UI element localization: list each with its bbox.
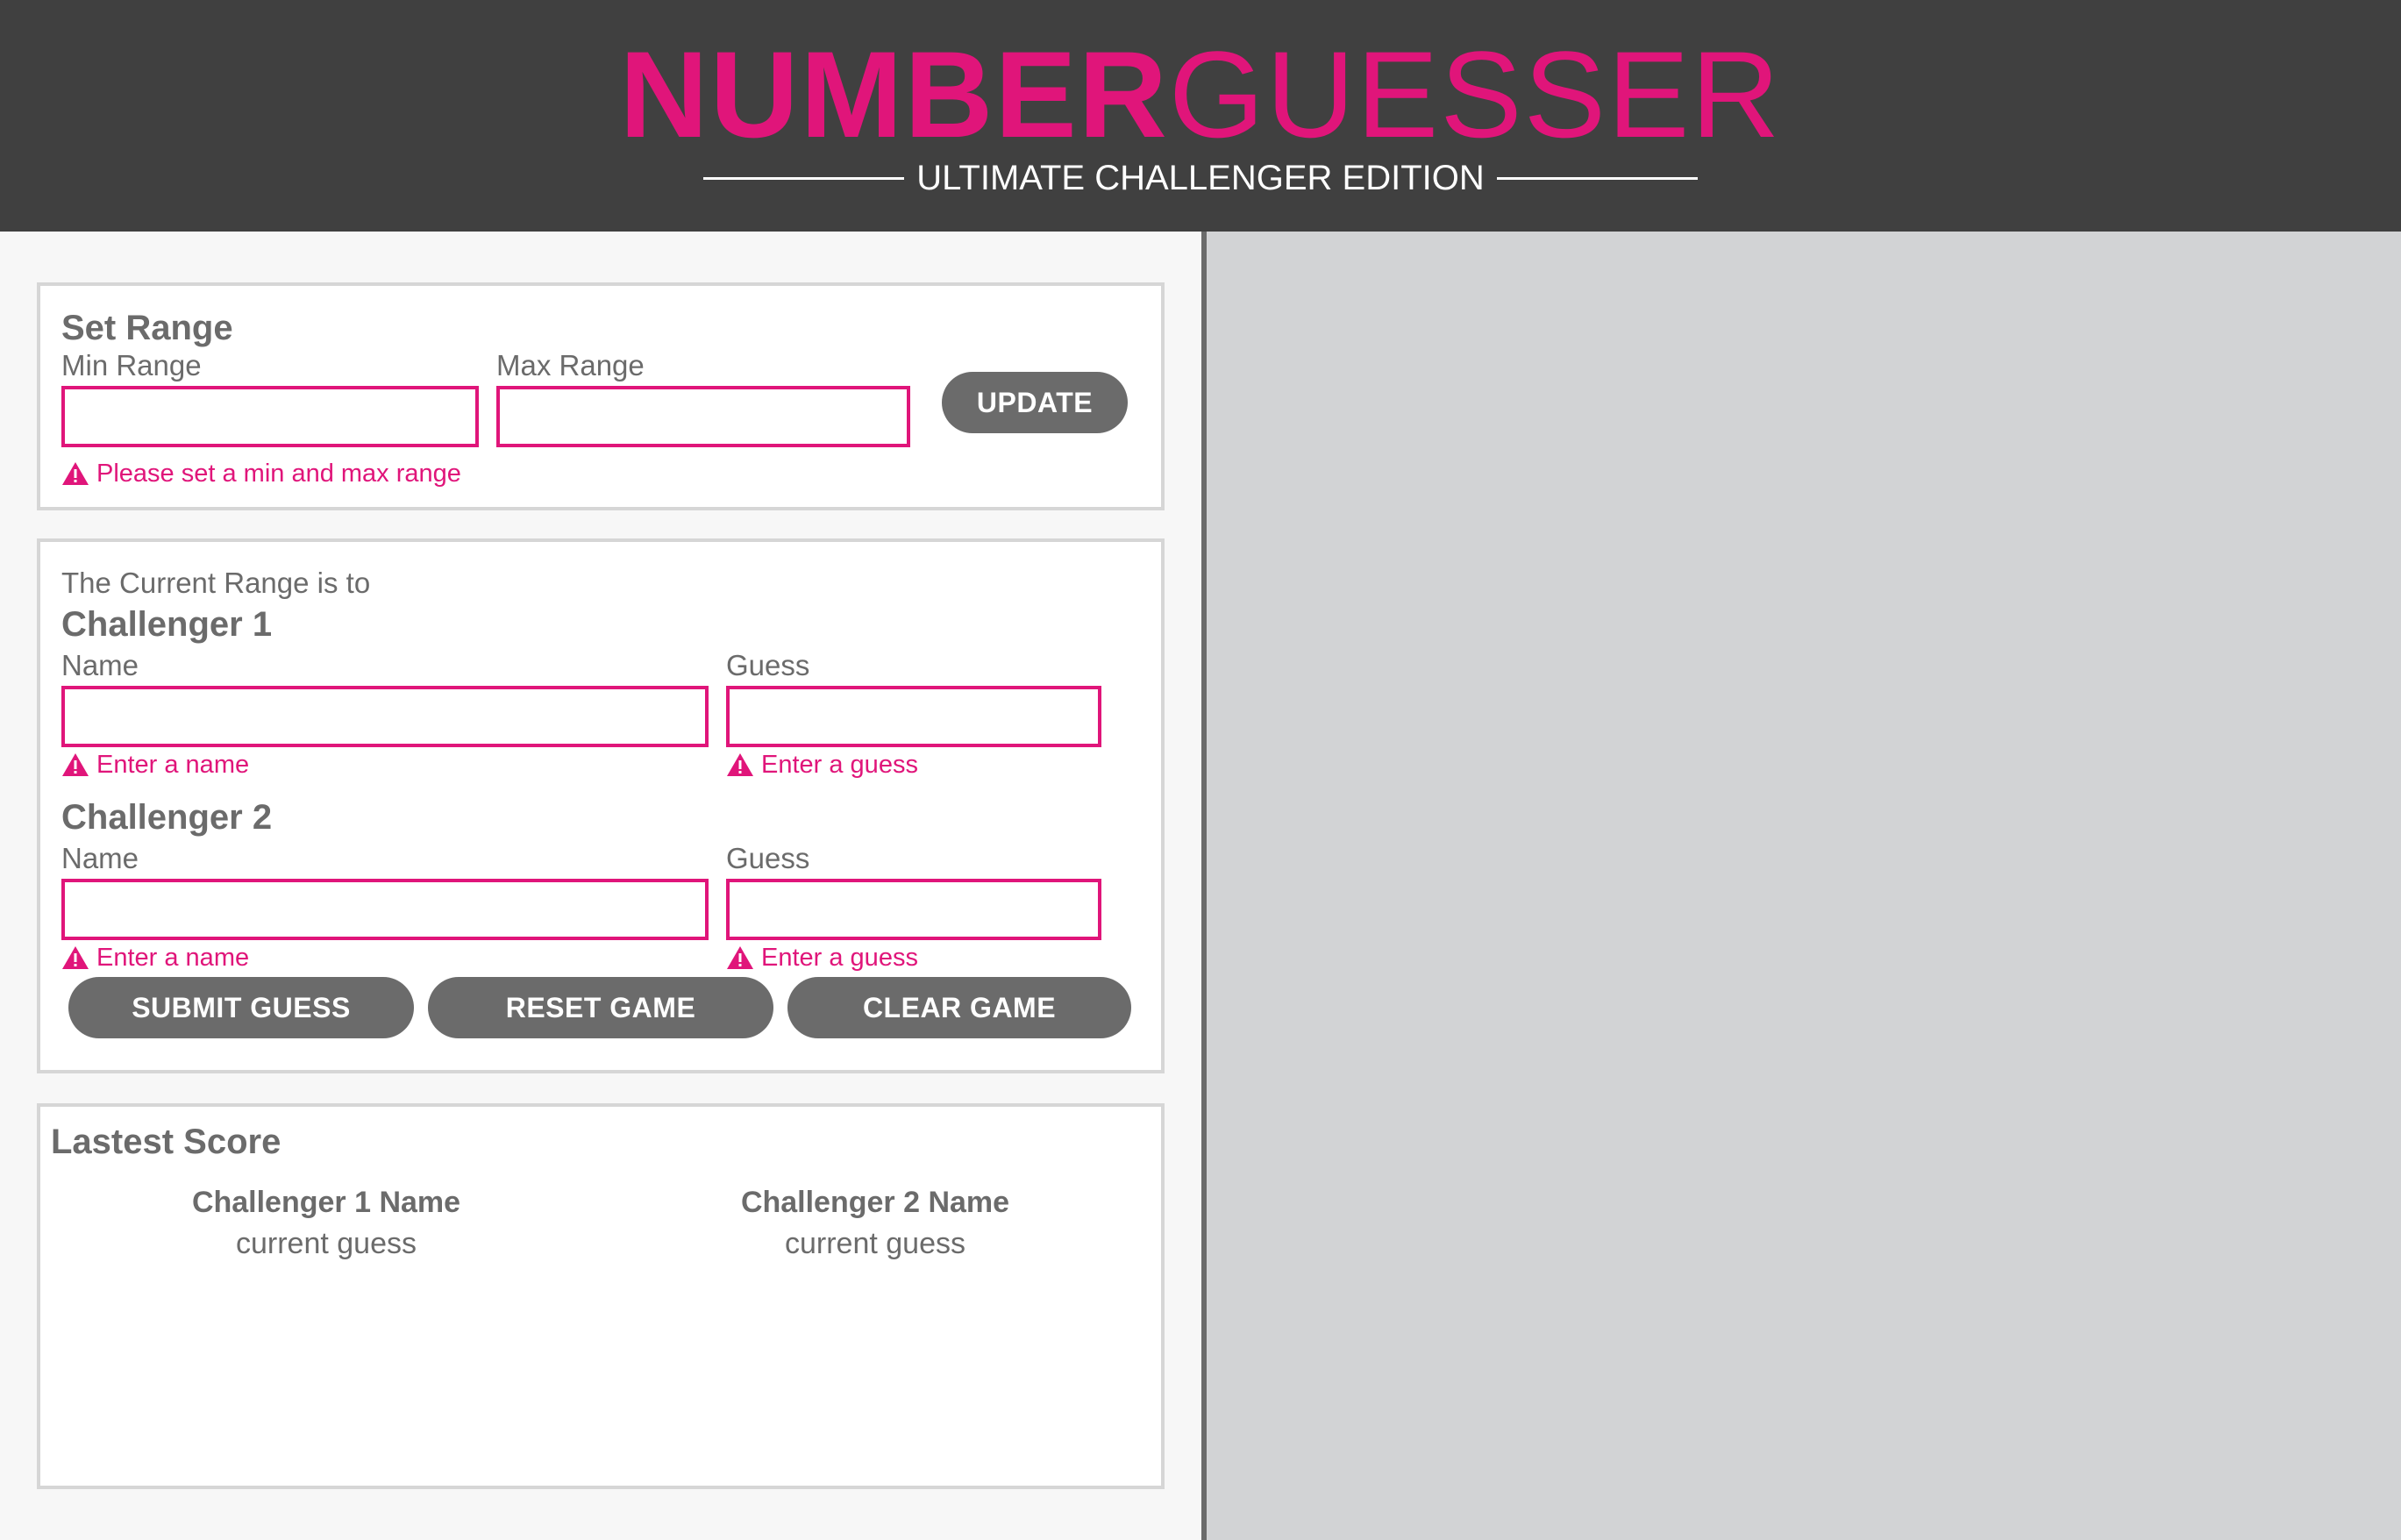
clear-game-button[interactable]: CLEAR GAME	[787, 977, 1131, 1038]
app-logo: NUMBERGUESSER	[0, 25, 2401, 165]
app-header: NUMBERGUESSER ULTIMATE CHALLENGER EDITIO…	[0, 0, 2401, 232]
right-panel	[1207, 232, 2401, 1540]
challenger2-score-name: Challenger 2 Name	[740, 1186, 1010, 1219]
challenger2-guess-label: Guess	[726, 842, 810, 874]
challenger2-name-label: Name	[61, 842, 139, 874]
challenger2-guess-error: Enter a guess	[726, 940, 918, 975]
challenger2-guess-input[interactable]	[726, 879, 1101, 940]
min-range-input[interactable]	[61, 386, 479, 447]
challenger2-name-error: Enter a name	[61, 940, 249, 975]
challenger2-score: Challenger 2 Name current guess	[700, 1186, 1051, 1261]
min-range-label: Min Range	[61, 349, 202, 381]
challenger1-score-name: Challenger 1 Name	[191, 1186, 461, 1219]
challenger2-score-guess: current guess	[785, 1227, 965, 1260]
challenger1-guess-error: Enter a guess	[726, 747, 918, 782]
challenger1-guess-label: Guess	[726, 649, 810, 681]
subtitle-line-right	[1496, 176, 1698, 180]
warning-icon	[62, 462, 89, 485]
challenger2-guess-error-text: Enter a guess	[761, 943, 918, 972]
set-range-title: Set Range	[61, 309, 233, 347]
challenger1-guess-error-text: Enter a guess	[761, 750, 918, 779]
warning-icon	[727, 753, 753, 776]
subtitle-line-left	[703, 176, 905, 180]
challenger1-name-input[interactable]	[61, 686, 709, 747]
logo-guesser: GUESSER	[1168, 25, 1782, 163]
max-range-input[interactable]	[496, 386, 910, 447]
warning-icon	[62, 946, 89, 969]
warning-icon	[727, 946, 753, 969]
challenger2-name-input[interactable]	[61, 879, 709, 940]
challenger1-guess-input[interactable]	[726, 686, 1101, 747]
reset-game-button[interactable]: RESET GAME	[428, 977, 773, 1038]
challenger1-score: Challenger 1 Name current guess	[151, 1186, 502, 1261]
challenger1-name-error-text: Enter a name	[96, 750, 250, 779]
challenger1-title: Challenger 1	[61, 605, 273, 644]
challenger1-score-guess: current guess	[236, 1227, 417, 1260]
current-range-text: The Current Range is to	[61, 567, 371, 599]
challenger2-title: Challenger 2	[61, 798, 273, 837]
max-range-label: Max Range	[496, 349, 645, 381]
challenger1-name-label: Name	[61, 649, 139, 681]
challenger1-name-error: Enter a name	[61, 747, 249, 782]
update-button[interactable]: UPDATE	[942, 372, 1128, 433]
subtitle-row: ULTIMATE CHALLENGER EDITION	[703, 156, 1698, 200]
app-subtitle: ULTIMATE CHALLENGER EDITION	[916, 158, 1485, 197]
range-error-text: Please set a min and max range	[96, 459, 461, 488]
submit-guess-button[interactable]: SUBMIT GUESS	[68, 977, 414, 1038]
latest-score-title: Lastest Score	[51, 1123, 281, 1161]
challenger2-name-error-text: Enter a name	[96, 943, 250, 972]
warning-icon	[62, 753, 89, 776]
logo-number: NUMBER	[619, 25, 1169, 163]
range-error: Please set a min and max range	[61, 456, 461, 491]
